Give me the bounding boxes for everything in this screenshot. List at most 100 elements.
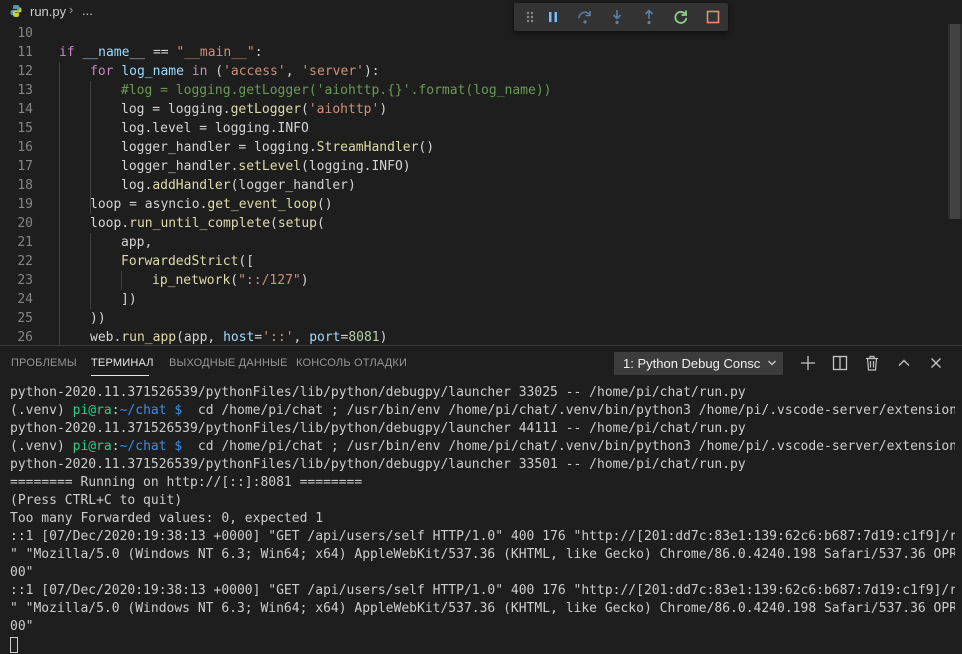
close-icon[interactable] [927, 354, 945, 372]
code-line: 10 [0, 24, 962, 43]
token: ) [379, 330, 388, 345]
line-number: 10 [17, 26, 33, 41]
split-terminal-icon[interactable] [831, 354, 849, 372]
debug-toolbar [514, 3, 728, 31]
terminal-line: (.venv) pi@ra:~/chat $ cd /home/pi/chat … [10, 438, 955, 456]
line-number: 20 [17, 216, 33, 231]
terminal-select[interactable]: 1: Python Debug Consc [614, 352, 783, 375]
terminal-line: python-2020.11.371526539/pythonFiles/lib… [10, 421, 746, 436]
line-number: 24 [17, 292, 33, 307]
step-out-icon[interactable] [639, 7, 659, 27]
line-number: 26 [17, 330, 33, 345]
tab-debug-console[interactable]: КОНСОЛЬ ОТЛАДКИ [296, 357, 407, 369]
line-number: 15 [17, 121, 33, 136]
token: ( [215, 64, 224, 79]
token: ( [230, 273, 239, 288]
token: host [223, 330, 255, 345]
code-text: ForwardedStrict([ [121, 252, 254, 271]
breadcrumb-file[interactable]: run.py [30, 4, 66, 19]
token: getLogger [230, 102, 302, 117]
token: get_event_loop [207, 197, 317, 212]
prompt-sep: : [111, 439, 120, 454]
token: "::/127" [238, 273, 301, 288]
token: logger_handler = logging. [121, 140, 317, 155]
terminal-line: Too many Forwarded values: 0, expected 1 [10, 511, 324, 526]
token: "__main__" [176, 45, 255, 60]
code-text: loop = asyncio.get_event_loop() [90, 195, 333, 214]
token: , [285, 64, 302, 79]
token: (logger_handler) [230, 178, 356, 193]
token: for [90, 64, 114, 79]
token: 8081 [348, 330, 380, 345]
venv-prefix: (.venv) [10, 403, 73, 418]
token: log. [121, 178, 153, 193]
token: : [254, 45, 263, 60]
terminal-line: python-2020.11.371526539/pythonFiles/lib… [10, 457, 746, 472]
token: addHandler [152, 178, 231, 193]
restart-icon[interactable] [671, 7, 691, 27]
code-line: 13 #log = logging.getLogger('aiohttp.{}'… [0, 81, 962, 100]
scrollbar-thumb[interactable] [950, 24, 960, 219]
token: StreamHandler [316, 140, 419, 155]
prompt-user: pi@ra [72, 439, 112, 454]
line-number: 23 [17, 273, 33, 288]
code-text: logger_handler = logging.StreamHandler() [121, 138, 434, 157]
plus-icon[interactable] [799, 354, 817, 372]
code-line: 23 ip_network("::/127") [0, 271, 962, 290]
venv-prefix: (.venv) [10, 439, 73, 454]
tab-terminal[interactable]: ТЕРМИНАЛ [91, 357, 154, 369]
terminal-output[interactable]: python-2020.11.371526539/pythonFiles/lib… [10, 384, 955, 653]
prompt-sep: : [111, 403, 120, 418]
editor-scrollbar[interactable] [948, 24, 962, 219]
line-number: 18 [17, 178, 33, 193]
token: (app, [176, 330, 224, 345]
token: if [59, 45, 75, 60]
line-number: 13 [17, 83, 33, 98]
token: ( [301, 102, 309, 117]
tab-problems[interactable]: ПРОБЛЕМЫ [11, 357, 77, 369]
drag-handle-icon[interactable] [520, 7, 540, 27]
chevron-up-icon[interactable] [895, 354, 913, 372]
step-into-icon[interactable] [607, 7, 627, 27]
line-number: 14 [17, 102, 33, 117]
terminal-line: ::1 [07/Dec/2020:19:38:13 +0000] "GET /a… [10, 529, 955, 544]
step-over-icon[interactable] [575, 7, 595, 27]
token: 'access' [223, 64, 286, 79]
line-number: 17 [17, 159, 33, 174]
terminal-line: ======== Running on http://[::]:8081 ===… [10, 475, 363, 490]
chevron-down-icon [768, 360, 776, 366]
panel-tabs: ПРОБЛЕМЫ ТЕРМИНАЛ ВЫХОДНЫЕ ДАННЫЕ КОНСОЛ… [0, 346, 962, 380]
token: setup [277, 216, 317, 231]
terminal-line: 00" [10, 619, 34, 634]
code-text: web.run_app(app, host='::', port=8081) [90, 328, 387, 345]
stop-icon[interactable] [703, 7, 723, 27]
code-line: 19 loop = asyncio.get_event_loop() [0, 195, 962, 214]
line-number: 25 [17, 311, 33, 326]
token: ) [379, 102, 388, 117]
code-text: )) [90, 311, 106, 326]
breadcrumb-more[interactable]: ... [82, 3, 93, 18]
trash-icon[interactable] [863, 354, 881, 372]
token: = logging. [144, 102, 231, 117]
command-text: cd /home/pi/chat ; /usr/bin/env /home/pi… [197, 439, 955, 454]
tab-output[interactable]: ВЫХОДНЫЕ ДАННЫЕ [169, 357, 288, 369]
token: log [121, 102, 145, 117]
terminal-select-value: 1: Python Debug Consc [623, 356, 761, 371]
token: web. [90, 330, 122, 345]
code-editor[interactable]: 10 11 if __name__ == "__main__": 12 for … [0, 24, 962, 345]
code-line: 25 )) [0, 309, 962, 328]
pause-icon[interactable] [543, 7, 563, 27]
terminal-line: (Press CTRL+C to quit) [10, 493, 183, 508]
terminal-line: " "Mozilla/5.0 (Windows NT 6.3; Win64; x… [10, 601, 955, 616]
code-text: #log = logging.getLogger('aiohttp.{}'.fo… [121, 83, 552, 98]
terminal-line: ::1 [07/Dec/2020:19:38:13 +0000] "GET /a… [10, 583, 955, 598]
token: in [191, 64, 208, 79]
token: loop = asyncio. [90, 197, 208, 212]
line-number: 22 [17, 254, 33, 269]
code-text: for log_name in ('access', 'server'): [90, 62, 380, 81]
code-text: log.addHandler(logger_handler) [121, 176, 356, 195]
code-line: 17 logger_handler.setLevel(logging.INFO) [0, 157, 962, 176]
token: ip_network [152, 273, 231, 288]
token: () [316, 197, 333, 212]
terminal-line: 00" [10, 565, 34, 580]
